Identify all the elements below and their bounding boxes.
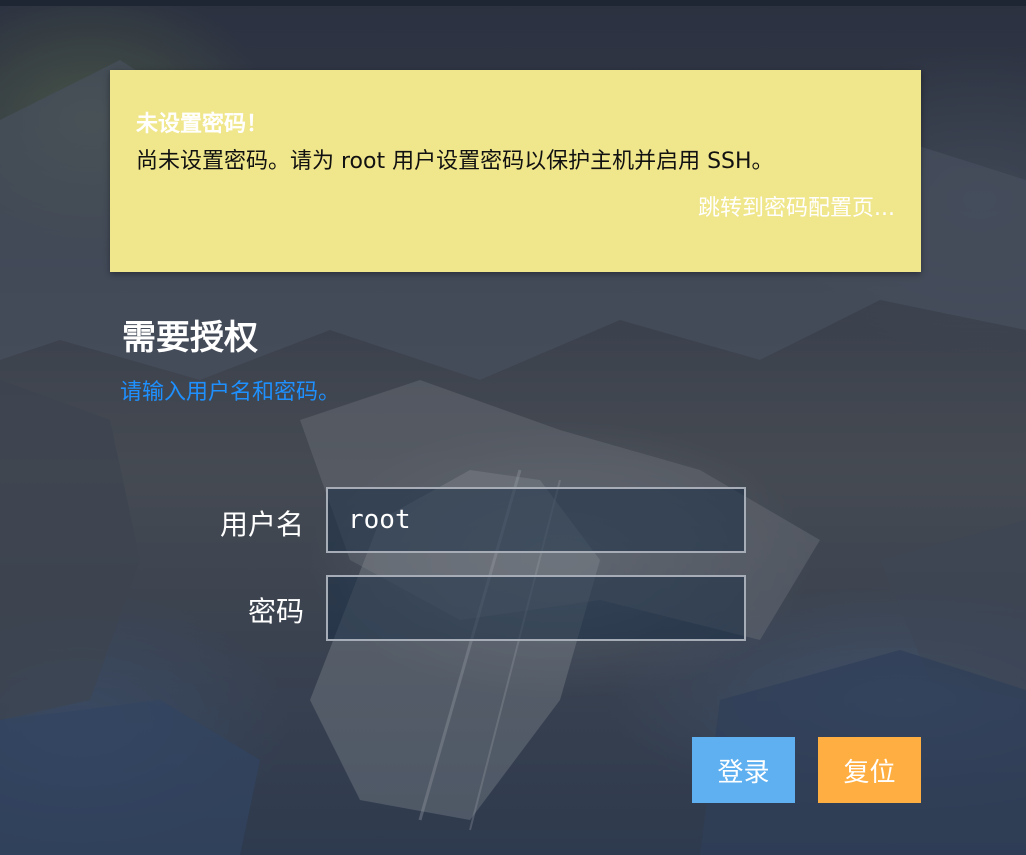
page-title: 需要授权: [122, 318, 258, 358]
top-border-strip: [0, 0, 1026, 6]
username-label: 用户名: [219, 508, 304, 541]
no-password-alert: 未设置密码！ 尚未设置密码。请为 root 用户设置密码以保护主机并启用 SSH…: [110, 70, 921, 272]
username-input[interactable]: [326, 487, 746, 553]
password-input[interactable]: [326, 575, 746, 641]
login-button[interactable]: 登录: [692, 737, 795, 803]
alert-title: 未设置密码！: [136, 112, 269, 137]
password-label: 密码: [247, 595, 304, 628]
reset-button[interactable]: 复位: [818, 737, 921, 803]
page-description: 请输入用户名和密码。: [120, 380, 341, 405]
alert-message: 尚未设置密码。请为 root 用户设置密码以保护主机并启用 SSH。: [136, 149, 774, 174]
password-config-link[interactable]: 跳转到密码配置页...: [136, 190, 895, 222]
